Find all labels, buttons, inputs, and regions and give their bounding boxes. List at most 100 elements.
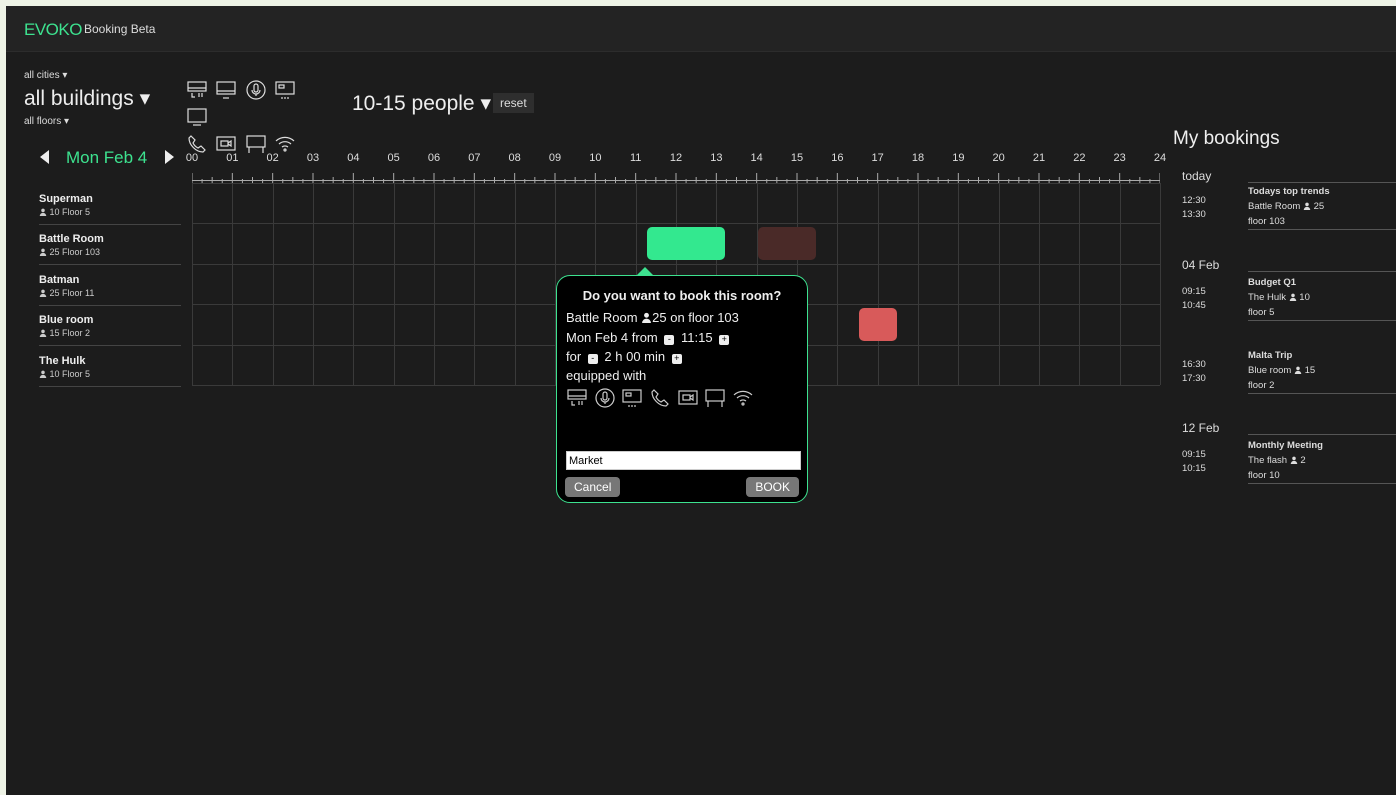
duration-increase-button[interactable]: + <box>671 354 682 364</box>
booking-floor: floor 5 <box>1248 307 1275 318</box>
hour-label: 15 <box>790 152 804 164</box>
grid-hour-line <box>514 183 516 385</box>
time-decrease-button[interactable]: - <box>664 335 675 345</box>
grid-hour-line <box>192 183 193 385</box>
room-info: 15 Floor 2 <box>39 328 181 338</box>
hour-label: 06 <box>427 152 441 164</box>
dialog-for-label: for <box>566 349 582 364</box>
booking-time-range: 12:30 13:30 <box>1182 194 1206 222</box>
hour-label: 20 <box>992 152 1005 164</box>
booking-block-conflict[interactable] <box>858 308 897 341</box>
city-select[interactable]: all cities ▾ <box>24 70 67 81</box>
hour-label: 12 <box>669 152 683 164</box>
grid-hour-line <box>1160 183 1161 385</box>
duration-decrease-button[interactable]: - <box>587 354 598 364</box>
hour-label: 10 <box>589 152 602 164</box>
hour-label: 11 <box>629 152 642 164</box>
hour-label: 07 <box>468 152 481 164</box>
hour-label: 23 <box>1113 152 1126 164</box>
room-capacity-floor: 10 Floor 5 <box>49 368 91 379</box>
my-booking-item[interactable]: Budget Q1 The Hulk 10 floor 5 <box>1248 275 1396 321</box>
booking-app: EVOKO Booking Beta all cities ▾ all buil… <box>6 6 1396 795</box>
room-info: 10 Floor 5 <box>39 207 181 217</box>
booking-title: Todays top trends <box>1248 186 1330 197</box>
my-booking-item[interactable]: Malta Trip Blue room 15 floor 2 <box>1248 348 1396 394</box>
microphone-icon[interactable] <box>245 79 267 101</box>
booking-block-booked[interactable] <box>757 227 817 260</box>
hour-label: 02 <box>266 152 279 164</box>
person-icon <box>1303 202 1311 210</box>
grid-hour-line <box>232 183 234 385</box>
booking-day-label: 04 Feb <box>1182 258 1220 272</box>
current-date: Mon Feb 4 <box>66 148 148 167</box>
projector-icon <box>567 389 587 406</box>
booking-time-range: 09:15 10:45 <box>1182 285 1206 313</box>
wifi-icon <box>733 390 753 406</box>
grid-hour-line <box>434 183 435 385</box>
dialog-room-name: Battle Room <box>566 310 642 325</box>
app-subtitle: Booking Beta <box>84 22 156 36</box>
booking-block-selected[interactable] <box>646 227 726 260</box>
person-icon <box>1289 293 1296 301</box>
building-select[interactable]: all buildings ▾ <box>24 86 150 111</box>
people-select[interactable]: 10-15 people ▾ <box>352 91 491 116</box>
room-row[interactable]: The Hulk 10 Floor 5 <box>39 355 181 387</box>
person-icon <box>39 289 47 297</box>
screen-icon[interactable] <box>274 79 296 101</box>
display-icon[interactable] <box>186 106 208 128</box>
room-info: 25 Floor 11 <box>39 288 181 298</box>
projector-icon[interactable] <box>186 79 208 101</box>
time-increase-button[interactable]: + <box>719 335 730 345</box>
grid-hour-line <box>353 183 355 385</box>
hour-axis: 00 01 02 03 04 05 06 07 08 09 10 11 12 13 14 15 16 17 18 19… <box>186 152 1167 186</box>
brand-logo[interactable]: EVOKO <box>24 20 82 40</box>
my-booking-item[interactable]: Monthly Meeting The flash 2 floor 10 <box>1248 438 1396 484</box>
floor-select[interactable]: all floors ▾ <box>24 116 69 127</box>
next-day-icon[interactable] <box>165 150 174 164</box>
top-bar: EVOKO Booking Beta <box>6 6 1396 52</box>
grid-hour-line <box>877 183 879 385</box>
booking-time-range: 16:30 17:30 <box>1182 358 1206 386</box>
hour-label: 19 <box>952 152 965 164</box>
room-capacity-floor: 15 Floor 2 <box>49 328 91 339</box>
book-button[interactable]: BOOK <box>746 477 799 497</box>
amenity-filters <box>186 79 326 160</box>
room-capacity-floor: 10 Floor 5 <box>49 207 91 217</box>
booking-title: Budget Q1 <box>1248 277 1297 288</box>
hour-label: 04 <box>347 152 360 164</box>
booking-start: 12:30 <box>1182 195 1206 206</box>
my-booking-item[interactable]: Todays top trends Battle Room 25 floor 103 <box>1248 184 1396 230</box>
prev-day-icon[interactable] <box>40 150 49 164</box>
grid-hour-line <box>313 183 314 385</box>
cancel-button[interactable]: Cancel <box>565 477 621 497</box>
booking-end: 13:30 <box>1182 209 1206 220</box>
room-row[interactable]: Blue room 15 Floor 2 <box>39 314 181 347</box>
booking-room: Blue room <box>1248 365 1292 376</box>
hour-label: 08 <box>508 152 521 164</box>
dialog-equipped-label: equipped with <box>566 368 647 383</box>
dialog-date-line: Mon Feb 4 from - 11:15 + <box>566 330 732 345</box>
meeting-name-input[interactable] <box>566 451 801 470</box>
room-name: Blue room <box>39 314 94 327</box>
person-icon <box>39 370 47 378</box>
hour-label: 13 <box>710 152 723 164</box>
hour-ruler <box>191 170 1161 183</box>
booking-day-label: today <box>1182 169 1212 183</box>
booking-floor: floor 2 <box>1248 380 1275 391</box>
dialog-room-line: Battle Room 25 on floor 103 <box>566 310 739 325</box>
hour-label: 22 <box>1073 152 1086 164</box>
monitor-icon[interactable] <box>215 79 237 101</box>
room-name: Superman <box>39 193 93 205</box>
grid-hour-line <box>474 183 476 385</box>
hour-label: 24 <box>1153 152 1167 164</box>
room-info: 10 Floor 5 <box>39 369 181 379</box>
dialog-room-capacity: 25 on floor 103 <box>652 310 739 325</box>
booking-end: 17:30 <box>1182 373 1206 384</box>
room-row[interactable]: Superman 10 Floor 5 <box>39 193 181 225</box>
dialog-duration-line: for - 2 h 00 min + <box>566 349 685 364</box>
hour-label: 14 <box>750 152 763 164</box>
hour-label: 05 <box>387 152 400 164</box>
room-row[interactable]: Batman 25 Floor 11 <box>39 274 181 306</box>
room-row[interactable]: Battle Room 25 Floor 103 <box>39 233 181 266</box>
reset-button[interactable]: reset <box>493 93 534 113</box>
